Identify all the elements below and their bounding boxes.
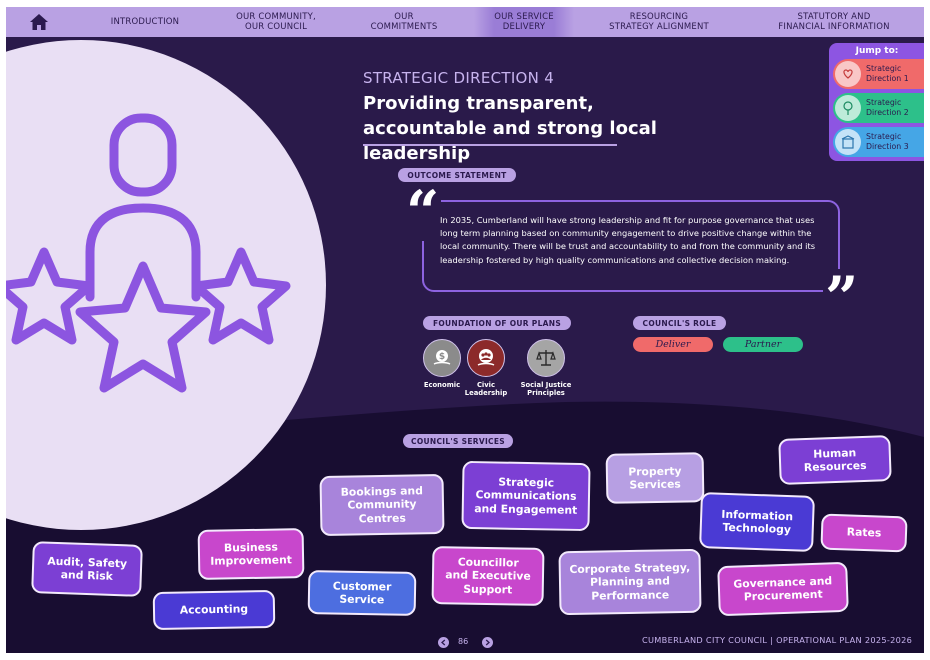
people-icon — [467, 339, 505, 377]
outcome-statement-text: In 2035, Cumberland will have strong lea… — [440, 215, 816, 265]
svg-text:$: $ — [439, 352, 445, 362]
tab-statutory-financial[interactable]: STATUTORY AND FINANCIAL INFORMATION — [744, 7, 924, 37]
service-audit-safety-risk[interactable]: Audit, Safety and Risk — [31, 541, 143, 597]
jump-label: Strategic Direction 1 — [866, 64, 909, 83]
tab-our-commitments[interactable]: OUR COMMITMENTS — [334, 7, 474, 37]
scales-icon — [527, 339, 565, 377]
service-strategic-communications[interactable]: Strategic Communications and Engagement — [461, 460, 591, 532]
page-title: Providing transparent, accountable and s… — [363, 93, 657, 164]
tab-our-service-delivery[interactable]: OUR SERVICE DELIVERY — [474, 7, 574, 37]
page-number: 86 — [458, 637, 469, 646]
jump-label: Strategic Direction 2 — [866, 98, 909, 117]
foundation-social-justice: Social Justice Principles — [506, 339, 586, 397]
jump-label: Strategic Direction 3 — [866, 132, 909, 151]
tab-introduction[interactable]: INTRODUCTION — [72, 7, 218, 37]
councils-services-pill: COUNCIL'S SERVICES — [403, 434, 513, 448]
close-quote-icon: ” — [823, 264, 861, 332]
service-rates[interactable]: Rates — [820, 513, 908, 553]
tree-icon — [835, 95, 861, 121]
previous-page-button[interactable] — [438, 637, 449, 648]
service-councillor-executive-support[interactable]: Councillor and Executive Support — [431, 546, 545, 606]
building-icon — [835, 129, 861, 155]
jump-to-panel: Jump to: Strategic Direction 1 Strategic… — [829, 43, 924, 161]
foundation-pill: FOUNDATION OF OUR PLANS — [423, 316, 571, 330]
jump-strategic-direction-1[interactable]: Strategic Direction 1 — [833, 59, 924, 89]
heart-hands-icon — [835, 61, 861, 87]
councils-role-pill: COUNCIL'S ROLE — [633, 316, 726, 330]
title-underline — [363, 144, 617, 146]
jump-to-title: Jump to: — [855, 46, 899, 56]
jump-strategic-direction-3[interactable]: Strategic Direction 3 — [833, 127, 924, 157]
service-customer-service[interactable]: Customer Service — [307, 570, 417, 616]
open-quote-icon: “ — [404, 178, 442, 246]
service-human-resources[interactable]: Human Resources — [778, 435, 892, 485]
tab-our-community[interactable]: OUR COMMUNITY, OUR COUNCIL — [218, 7, 334, 37]
leadership-stars-icon — [6, 113, 291, 393]
tab-resourcing-strategy[interactable]: RESOURCING STRATEGY ALIGNMENT — [574, 7, 744, 37]
footer-text: CUMBERLAND CITY COUNCIL | OPERATIONAL PL… — [642, 635, 913, 645]
top-navigation: INTRODUCTION OUR COMMUNITY, OUR COUNCIL … — [6, 7, 924, 37]
service-accounting[interactable]: Accounting — [152, 589, 276, 631]
chevron-right-icon — [485, 639, 490, 646]
role-deliver: Deliver — [633, 337, 713, 352]
home-button[interactable] — [6, 7, 72, 37]
strategic-direction-label: STRATEGIC DIRECTION 4 — [363, 69, 555, 87]
jump-strategic-direction-2[interactable]: Strategic Direction 2 — [833, 93, 924, 123]
role-partner: Partner — [723, 337, 803, 352]
service-business-improvement[interactable]: Business Improvement — [197, 528, 305, 580]
service-governance-procurement[interactable]: Governance and Procurement — [717, 561, 849, 617]
service-property-services[interactable]: Property Services — [605, 452, 705, 504]
service-information-technology[interactable]: Information Technology — [699, 492, 815, 552]
page-frame: INTRODUCTION OUR COMMUNITY, OUR COUNCIL … — [6, 7, 924, 653]
chevron-left-icon — [441, 639, 446, 646]
home-icon — [30, 14, 48, 30]
service-bookings-community-centres[interactable]: Bookings and Community Centres — [319, 473, 445, 537]
foundation-label: Social Justice Principles — [520, 381, 572, 397]
service-corporate-strategy[interactable]: Corporate Strategy, Planning and Perform… — [558, 548, 702, 616]
next-page-button[interactable] — [482, 637, 493, 648]
